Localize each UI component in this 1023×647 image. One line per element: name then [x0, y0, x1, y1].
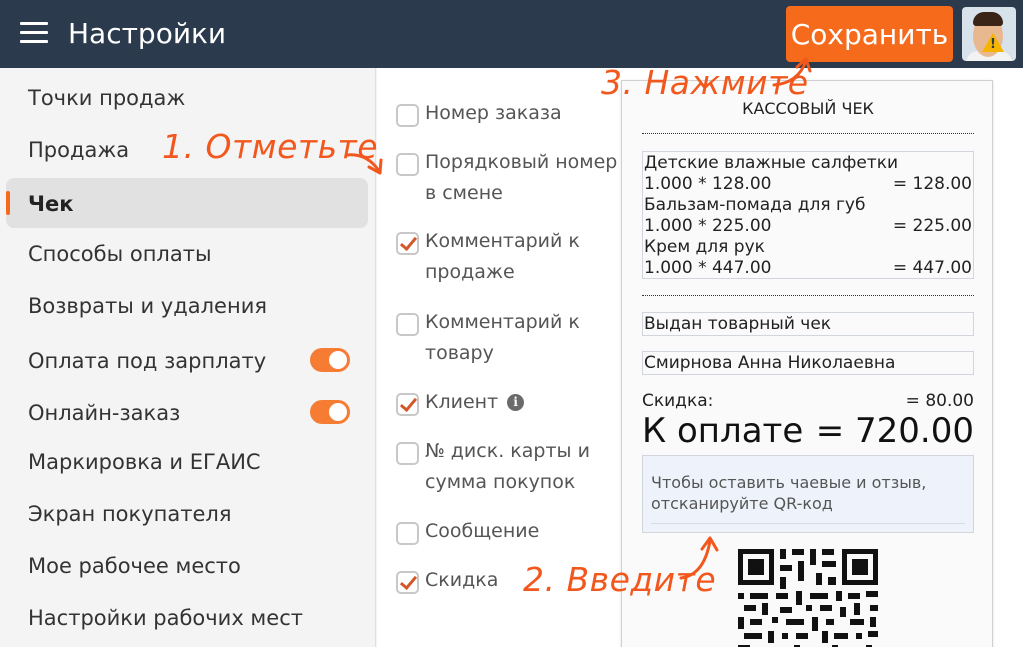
receipt-item-name: Детские влажные салфетки — [644, 153, 899, 173]
sidebar-item-returns[interactable]: Возвраты и удаления — [6, 280, 368, 330]
salary-payment-toggle[interactable] — [310, 348, 350, 372]
tips-message[interactable]: Чтобы оставить чаевые и отзыв, отсканиру… — [642, 455, 974, 533]
discount-row: Скидка: = 80.00 — [642, 391, 974, 411]
client-field[interactable]: Смирнова Анна Николаевна — [642, 351, 974, 375]
sidebar-item-label: Точки продаж — [28, 86, 186, 110]
sale-comment-field[interactable]: Выдан товарный чек — [642, 312, 974, 336]
option-label: Порядковый номер в смене — [425, 151, 618, 204]
sidebar-item-label: Оплата под зарплату — [28, 349, 267, 373]
receipt-items: Детские влажные салфетки 1.000 * 128.00 =… — [642, 151, 974, 279]
receipt-divider — [642, 295, 974, 296]
arrow-icon — [772, 57, 812, 87]
qr-code-icon — [736, 547, 880, 647]
sidebar-item-online-order[interactable]: Онлайн-заказ — [6, 387, 368, 437]
sidebar-item-label: Маркировка и ЕГАИС — [28, 450, 261, 474]
option-label: Номер заказа — [425, 102, 562, 124]
sidebar-item-label: Онлайн-заказ — [28, 401, 181, 425]
checkbox[interactable] — [396, 522, 419, 545]
app-header: Настройки Сохранить — [0, 0, 1023, 68]
info-icon[interactable]: i — [507, 394, 525, 411]
receipt-item-name: Бальзам-помада для губ — [644, 195, 866, 215]
save-button[interactable]: Сохранить — [786, 6, 953, 62]
sidebar-item-marking[interactable]: Маркировка и ЕГАИС — [6, 436, 368, 486]
receipt-item-row: 1.000 * 447.00 = 447.00 — [644, 258, 972, 278]
receipt-divider — [642, 133, 974, 134]
checkbox[interactable] — [396, 571, 419, 594]
receipt-item-name: Крем для рук — [644, 237, 765, 257]
sidebar-item-workplace-settings[interactable]: Настройки рабочих мест — [6, 592, 368, 642]
sidebar-item-salary-payment[interactable]: Оплата под зарплату — [6, 335, 368, 385]
arrow-icon — [679, 536, 719, 580]
option-label: Комментарий к продаже — [425, 230, 580, 283]
checkbox[interactable] — [396, 232, 419, 255]
option-label: Комментарий к товару — [425, 311, 580, 364]
total-row: К оплате = 720.00 — [642, 411, 974, 451]
option-label: № диск. карты и сумма покупок — [425, 440, 590, 493]
menu-icon[interactable] — [20, 22, 48, 44]
sidebar-item-label: Мое рабочее место — [28, 554, 241, 578]
page-title: Настройки — [68, 17, 227, 50]
checkbox[interactable] — [396, 313, 419, 336]
option-label: Сообщение — [425, 520, 540, 542]
checkbox[interactable] — [396, 442, 419, 465]
sidebar-item-my-workplace[interactable]: Мое рабочее место — [6, 540, 368, 590]
checkbox[interactable] — [396, 153, 419, 176]
sidebar-item-label: Чек — [28, 192, 74, 216]
sidebar-item-label: Способы оплаты — [28, 242, 212, 266]
receipt-item-row: 1.000 * 225.00 = 225.00 — [644, 216, 972, 236]
sidebar-item-label: Продажа — [28, 138, 130, 162]
option-label: Клиент i — [425, 387, 620, 418]
sidebar-item-sales-points[interactable]: Точки продаж — [6, 72, 368, 122]
sidebar-item-payment-methods[interactable]: Способы оплаты — [6, 228, 368, 278]
sidebar-item-receipt[interactable]: Чек — [6, 178, 368, 228]
warning-icon — [982, 33, 1004, 52]
receipt-item-row: 1.000 * 128.00 = 128.00 — [644, 174, 972, 194]
sidebar-item-label: Экран покупателя — [28, 502, 232, 526]
checkbox[interactable] — [396, 393, 419, 416]
sidebar-item-label: Настройки рабочих мест — [28, 606, 303, 630]
arrow-icon — [345, 153, 383, 175]
online-order-toggle[interactable] — [310, 400, 350, 424]
checkbox[interactable] — [396, 104, 419, 127]
sidebar-item-label: Возвраты и удаления — [28, 294, 267, 318]
sidebar-item-customer-screen[interactable]: Экран покупателя — [6, 488, 368, 538]
